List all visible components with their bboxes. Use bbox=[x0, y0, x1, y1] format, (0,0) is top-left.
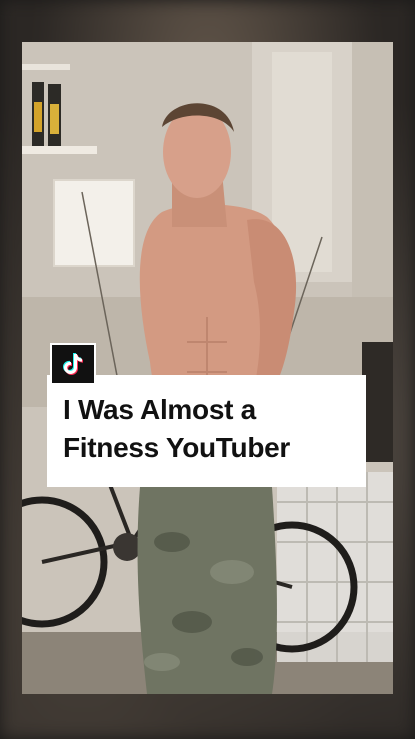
video-title: I Was Almost a Fitness YouTuber bbox=[63, 391, 352, 467]
video-cover: I Was Almost a Fitness YouTuber bbox=[0, 0, 415, 739]
tiktok-icon bbox=[63, 353, 83, 375]
video-title-line-1: I Was Almost a bbox=[63, 394, 256, 425]
tiktok-badge bbox=[50, 343, 96, 385]
title-card: I Was Almost a Fitness YouTuber bbox=[47, 375, 366, 487]
video-title-line-2: Fitness YouTuber bbox=[63, 432, 291, 463]
